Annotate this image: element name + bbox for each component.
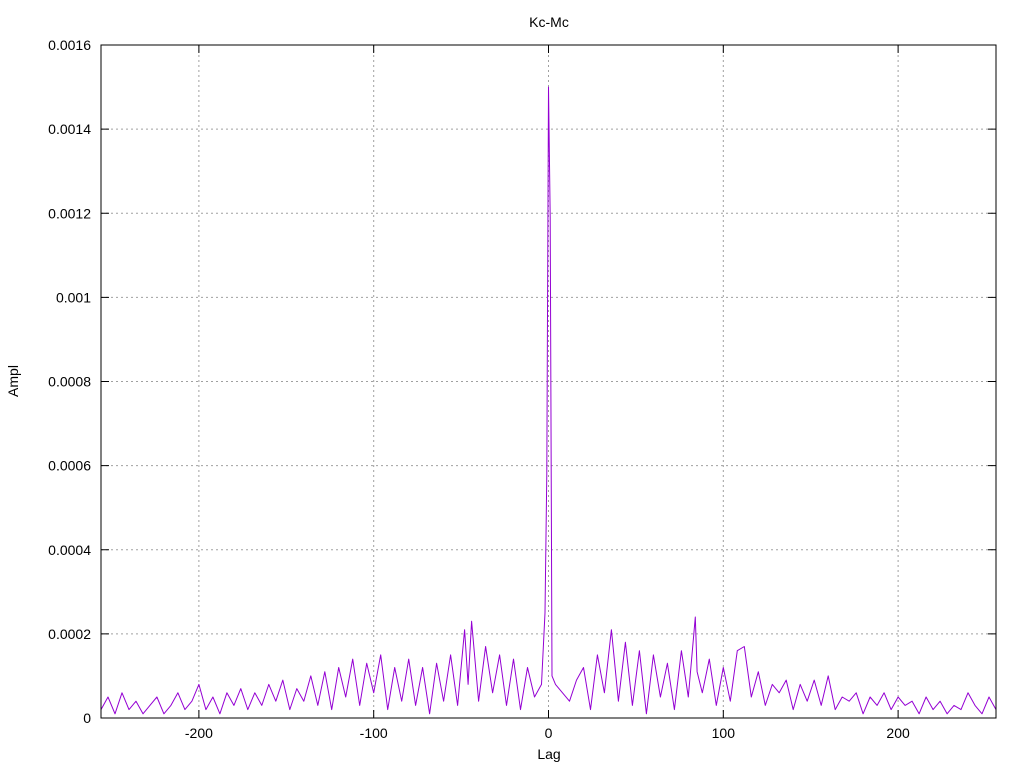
y-tick-label: 0.0012 [48, 205, 91, 221]
y-tick-label: 0.0014 [48, 121, 91, 137]
y-tick-label: 0.0008 [48, 374, 91, 390]
y-tick-label: 0.0004 [48, 542, 91, 558]
y-tick-label: 0.0002 [48, 626, 91, 642]
y-tick-label: 0.0016 [48, 37, 91, 53]
x-tick-label: -100 [360, 725, 388, 741]
x-tick-label: 100 [712, 725, 736, 741]
y-tick-label: 0 [83, 710, 91, 726]
y-tick-label: 0.001 [56, 289, 91, 305]
chart: 0 0.0002 0.0004 0.0006 0.0008 0.001 0.0012 0.00… [0, 0, 1024, 768]
chart-background [0, 0, 1024, 768]
y-axis-title: Ampl [5, 365, 21, 397]
x-axis-title: Lag [537, 746, 560, 762]
chart-title: Kc-Mc [529, 14, 569, 30]
x-tick-label: 0 [545, 725, 553, 741]
x-tick-label: -200 [185, 725, 213, 741]
y-tick-label: 0.0006 [48, 458, 91, 474]
x-tick-label: 200 [886, 725, 910, 741]
